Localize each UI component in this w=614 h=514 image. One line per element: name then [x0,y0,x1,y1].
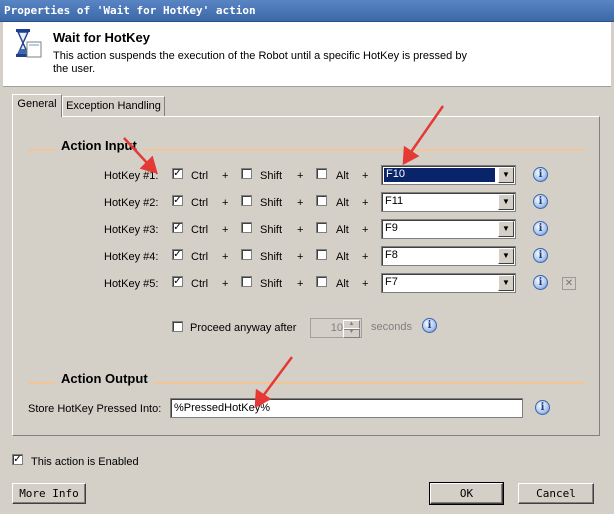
plus-sign: + [362,170,369,182]
hourglass-icon [13,28,43,60]
action-description: This action suspends the execution of th… [53,50,467,75]
stepper-down-icon[interactable]: ▼ [343,328,360,338]
chevron-down-icon[interactable]: ▼ [498,275,514,291]
ctrl-checkbox[interactable]: ✓ [172,195,183,206]
store-label: Store HotKey Pressed Into: [28,403,162,415]
action-title: Wait for HotKey [53,30,151,45]
shift-label: Shift [260,224,283,236]
shift-checkbox[interactable] [241,276,252,287]
chevron-down-icon[interactable]: ▼ [498,248,514,264]
alt-checkbox[interactable] [316,249,327,260]
plus-sign: + [222,170,229,182]
plus-sign: + [297,278,304,290]
enabled-checkbox[interactable]: ✓ [12,454,23,465]
key-select[interactable]: F11 ▼ [381,192,516,212]
ok-button[interactable]: OK [429,482,504,505]
key-select[interactable]: F7 ▼ [381,273,516,293]
ctrl-label: Ctrl [191,197,209,209]
ctrl-checkbox[interactable]: ✓ [172,222,183,233]
shift-checkbox[interactable] [241,249,252,260]
plus-sign: + [362,251,369,263]
alt-label: Alt [336,278,349,290]
hotkey-info-icon[interactable]: i [533,194,548,209]
ctrl-label: Ctrl [191,170,209,182]
action-input-title: Action Input [55,138,143,153]
seconds-unit: seconds [371,321,412,333]
proceed-info-icon[interactable]: i [422,318,437,333]
key-select-value: F10 [383,167,496,183]
ctrl-checkbox[interactable]: ✓ [172,168,183,179]
ctrl-label: Ctrl [191,224,209,236]
key-select-value: F8 [385,249,398,261]
ctrl-checkbox[interactable]: ✓ [172,276,183,287]
shift-checkbox[interactable] [241,195,252,206]
alt-checkbox[interactable] [316,195,327,206]
hotkey-info-icon[interactable]: i [533,167,548,182]
hotkey-label: HotKey #3: [104,224,159,236]
clear-icon[interactable]: ✕ [562,277,576,290]
hotkey-info-icon[interactable]: i [533,221,548,236]
seconds-value: 10 [330,322,343,334]
plus-sign: + [297,251,304,263]
store-info-icon[interactable]: i [535,400,550,415]
plus-sign: + [297,170,304,182]
key-select-value: F9 [385,222,398,234]
key-select-value: F11 [385,195,404,207]
proceed-label: Proceed anyway after [190,322,297,334]
hotkey-label: HotKey #4: [104,251,159,263]
alt-checkbox[interactable] [316,168,327,179]
hotkey-label: HotKey #1: [104,170,159,182]
key-select[interactable]: F10 ▼ [381,165,516,185]
key-select[interactable]: F8 ▼ [381,246,516,266]
shift-label: Shift [260,170,283,182]
hotkey-info-icon[interactable]: i [533,275,548,290]
tab-general[interactable]: General [12,94,62,117]
store-variable-input[interactable]: %PressedHotKey% [170,398,523,418]
plus-sign: + [297,224,304,236]
ctrl-checkbox[interactable]: ✓ [172,249,183,260]
plus-sign: + [297,197,304,209]
plus-sign: + [362,278,369,290]
shift-label: Shift [260,278,283,290]
ctrl-label: Ctrl [191,251,209,263]
shift-label: Shift [260,251,283,263]
key-select[interactable]: F9 ▼ [381,219,516,239]
seconds-stepper[interactable]: 10 ▲ ▼ [310,318,362,338]
shift-label: Shift [260,197,283,209]
proceed-checkbox[interactable] [172,321,183,332]
more-info-button[interactable]: More Info [12,483,86,504]
chevron-down-icon[interactable]: ▼ [498,221,514,237]
plus-sign: + [222,224,229,236]
alt-label: Alt [336,170,349,182]
alt-label: Alt [336,197,349,209]
chevron-down-icon[interactable]: ▼ [498,194,514,210]
hotkey-label: HotKey #5: [104,278,159,290]
header-panel: Wait for HotKey This action suspends the… [3,22,611,87]
window-title: Properties of 'Wait for HotKey' action [0,0,614,22]
alt-label: Alt [336,251,349,263]
plus-sign: + [362,224,369,236]
ctrl-label: Ctrl [191,278,209,290]
shift-checkbox[interactable] [241,168,252,179]
hotkey-label: HotKey #2: [104,197,159,209]
hotkey-info-icon[interactable]: i [533,248,548,263]
alt-checkbox[interactable] [316,222,327,233]
action-output-title: Action Output [55,371,154,386]
plus-sign: + [222,278,229,290]
plus-sign: + [222,197,229,209]
key-select-value: F7 [385,276,398,288]
plus-sign: + [222,251,229,263]
alt-label: Alt [336,224,349,236]
enabled-label: This action is Enabled [31,456,139,468]
chevron-down-icon[interactable]: ▼ [498,167,514,183]
shift-checkbox[interactable] [241,222,252,233]
alt-checkbox[interactable] [316,276,327,287]
tab-exception-handling[interactable]: Exception Handling [62,96,165,116]
plus-sign: + [362,197,369,209]
cancel-button[interactable]: Cancel [518,483,594,504]
